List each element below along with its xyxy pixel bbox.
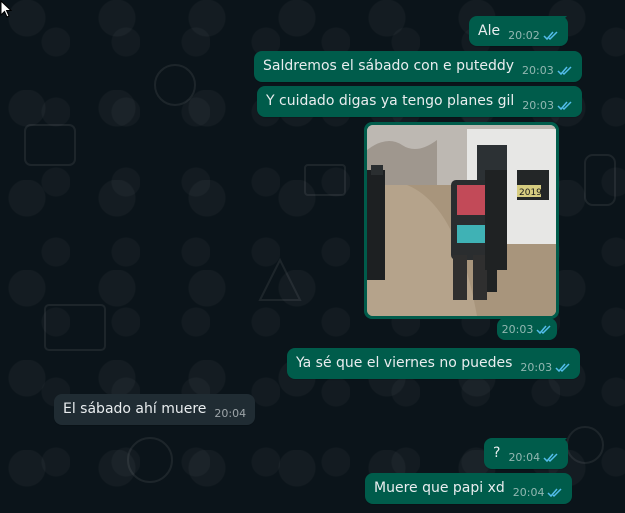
outgoing-message[interactable]: ? 20:04 — [484, 438, 569, 469]
message-text: ? — [493, 445, 501, 461]
doodle-icon — [127, 437, 173, 483]
message-meta: 20:04 — [513, 483, 564, 502]
message-text: Ya sé que el viernes no puedes — [296, 355, 513, 371]
message-text: El sábado ahí muere — [63, 401, 207, 417]
message-time: 20:02 — [508, 29, 540, 42]
message-meta: 20:03 — [520, 358, 571, 377]
message-time: 20:04 — [214, 407, 247, 420]
message-text: Muere que papi xd — [374, 480, 505, 496]
message-meta: 20:03 — [522, 96, 573, 115]
outgoing-message[interactable]: Ale 20:02 — [469, 16, 568, 46]
double-check-icon — [543, 31, 558, 41]
bubble-tail — [559, 16, 567, 24]
photo-badge-text: 2019 — [519, 188, 542, 198]
message-time: 20:04 — [508, 451, 541, 464]
message-text: Saldremos el sábado con e puteddy — [263, 58, 515, 74]
message-meta: 20:04 — [214, 404, 246, 423]
double-check-icon — [547, 488, 562, 498]
doodle-icon — [44, 304, 106, 351]
photo-image: 2019 — [367, 125, 556, 316]
double-check-icon — [536, 324, 551, 334]
doodle-icon — [584, 154, 616, 206]
message-meta: 20:03 — [522, 61, 573, 80]
message-time: 20:03 — [520, 361, 553, 374]
message-time: 20:03 — [501, 322, 534, 336]
message-text: Ale — [478, 23, 501, 39]
double-check-icon — [543, 453, 558, 463]
doodle-icon — [258, 257, 302, 301]
outgoing-message[interactable]: Ya sé que el viernes no puedes 20:03 — [287, 348, 581, 379]
outgoing-message[interactable]: Y cuidado digas ya tengo planes gil 20:03 — [257, 86, 582, 117]
image-message-meta: 20:03 — [497, 318, 557, 340]
doodle-icon — [304, 164, 346, 196]
message-meta: 20:04 — [508, 448, 559, 467]
message-meta: 20:02 — [508, 26, 559, 45]
incoming-message[interactable]: El sábado ahí muere 20:04 — [54, 394, 256, 425]
doodle-icon — [24, 124, 76, 166]
bubble-tail — [559, 438, 567, 446]
doodle-icon — [154, 64, 196, 106]
outgoing-image-message[interactable]: 2019 — [364, 122, 559, 319]
mouse-cursor-icon — [0, 0, 12, 18]
outgoing-message[interactable]: Saldremos el sábado con e puteddy 20:03 — [254, 51, 582, 82]
double-check-icon — [557, 66, 572, 76]
double-check-icon — [555, 363, 570, 373]
photo-attachment[interactable]: 2019 — [367, 125, 556, 316]
double-check-icon — [557, 101, 572, 111]
message-time: 20:03 — [522, 64, 554, 77]
outgoing-message[interactable]: Muere que papi xd 20:04 — [365, 473, 573, 504]
message-time: 20:04 — [512, 486, 545, 499]
message-text: Y cuidado digas ya tengo planes gil — [266, 93, 515, 109]
message-time: 20:03 — [522, 99, 554, 112]
